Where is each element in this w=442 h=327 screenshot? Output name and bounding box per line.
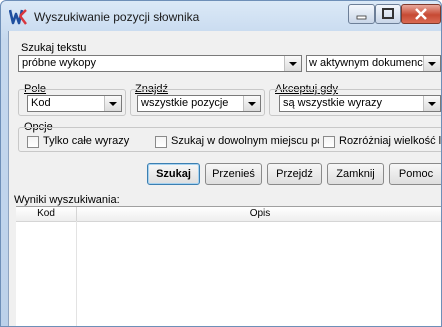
- column-divider: [76, 221, 77, 326]
- minimize-button[interactable]: [348, 4, 375, 24]
- search-scope-combo[interactable]: w aktywnym dokumenci: [306, 55, 441, 72]
- chevron-down-icon[interactable]: [104, 96, 121, 111]
- maximize-button[interactable]: [375, 4, 401, 24]
- dialog-window: Wyszukiwanie pozycji słownika Szukaj tek…: [0, 0, 442, 327]
- search-button[interactable]: Szukaj: [147, 163, 200, 185]
- goto-button[interactable]: Przejdź: [267, 163, 322, 185]
- whole-words-checkbox[interactable]: [27, 136, 39, 148]
- field-combo[interactable]: Kod: [27, 95, 122, 112]
- chevron-down-icon[interactable]: [284, 56, 301, 71]
- accept-combo[interactable]: są wszystkie wyrazy: [279, 95, 441, 112]
- find-combo[interactable]: wszystkie pozycje: [137, 95, 261, 112]
- column-header-opis[interactable]: Opis: [77, 207, 441, 222]
- close-button[interactable]: [401, 4, 441, 24]
- find-value: wszystkie pozycje: [141, 97, 229, 109]
- results-table[interactable]: Kod Opis: [16, 206, 441, 326]
- close-icon: [415, 8, 427, 20]
- maximize-icon: [382, 8, 394, 19]
- case-sensitive-label[interactable]: Rozróżniaj wielkość lit: [339, 135, 441, 147]
- chevron-down-icon[interactable]: [243, 96, 260, 111]
- anywhere-checkbox[interactable]: [155, 136, 167, 148]
- column-header-kod[interactable]: Kod: [16, 207, 77, 222]
- search-text-combo[interactable]: próbne wykopy: [18, 55, 302, 72]
- search-text-label: Szukaj tekstu: [21, 42, 87, 54]
- anywhere-label[interactable]: Szukaj w dowolnym miejscu pc: [171, 135, 319, 147]
- whole-words-label[interactable]: Tylko całe wyrazy: [43, 135, 129, 147]
- chevron-down-icon[interactable]: [423, 96, 440, 111]
- help-button[interactable]: Pomoc: [389, 163, 441, 185]
- move-button[interactable]: Przenieś: [205, 163, 262, 185]
- search-text-value: próbne wykopy: [22, 57, 96, 69]
- chevron-down-icon[interactable]: [423, 56, 440, 71]
- minimize-icon: [356, 15, 367, 20]
- results-label: Wyniki wyszukiwania:: [14, 194, 120, 206]
- app-logo-icon: [9, 9, 27, 25]
- field-value: Kod: [31, 97, 51, 109]
- case-sensitive-checkbox[interactable]: [323, 136, 335, 148]
- title-bar[interactable]: Wyszukiwanie pozycji słownika: [1, 1, 441, 31]
- window-title: Wyszukiwanie pozycji słownika: [34, 10, 200, 24]
- close-dialog-button[interactable]: Zamknij: [327, 163, 384, 185]
- search-scope-value: w aktywnym dokumenci: [309, 57, 426, 69]
- accept-value: są wszystkie wyrazy: [283, 97, 383, 109]
